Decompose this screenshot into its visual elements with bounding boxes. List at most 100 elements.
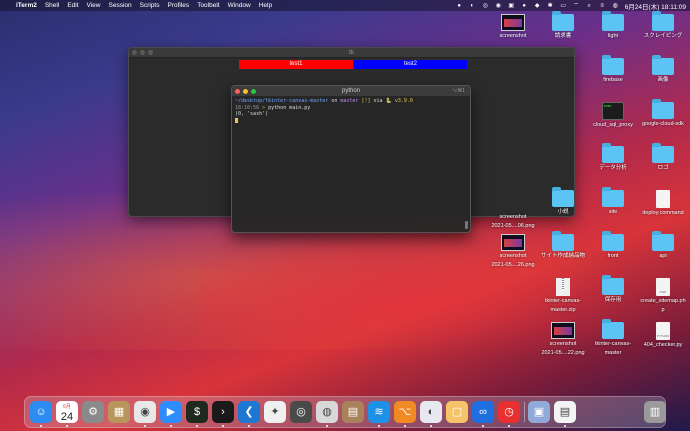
dock-system-preferences-icon[interactable]: ⚙	[82, 401, 104, 423]
desktop-icon-label: 画像	[657, 77, 669, 83]
folder-icon	[602, 231, 624, 251]
terminal-scrollbar[interactable]	[465, 221, 468, 229]
desktop-folder-api[interactable]: api	[638, 231, 688, 260]
status-app-icon-1[interactable]: ●	[456, 3, 463, 9]
dock-running-indicator	[378, 425, 380, 427]
test1-button[interactable]: test1	[239, 60, 353, 69]
dock-notes-icon[interactable]: ▢	[446, 401, 468, 423]
desktop-folder-images[interactable]: 画像	[638, 55, 688, 84]
menu-view[interactable]: View	[87, 2, 101, 9]
siri-icon[interactable]: ◍	[612, 3, 619, 9]
menu-session[interactable]: Session	[109, 2, 132, 9]
prompt-via: via	[373, 98, 383, 104]
iterm-titlebar[interactable]: python ⌥⌘1	[232, 86, 470, 96]
desktop-file-cloud-sql-proxy[interactable]: exec cloud_sql_proxy	[588, 102, 638, 129]
status-app-icon-2[interactable]: ◐	[469, 3, 476, 9]
desktop-folder-data-analysis[interactable]: データ分析	[588, 143, 638, 172]
dock-running-indicator	[430, 425, 432, 427]
desktop-icon-label: google-cloud-sdk	[642, 121, 684, 127]
desktop-folder-archive[interactable]: 保存用	[588, 275, 638, 304]
dock-calendar-icon[interactable]: 6月 24	[56, 401, 78, 423]
wifi-icon[interactable]: ⌔	[573, 3, 580, 9]
desktop-folder-scraping[interactable]: スクレイピング	[638, 11, 688, 40]
desktop-icon-label: screenshot	[549, 341, 577, 347]
dock-document-icon[interactable]: ▤	[554, 401, 576, 423]
dock-vscode-icon[interactable]: ❮	[238, 401, 260, 423]
command-text: python main.py	[268, 104, 311, 111]
doc-icon: PYTHON	[656, 322, 670, 340]
menu-shell[interactable]: Shell	[45, 2, 59, 9]
folder-icon	[652, 55, 674, 75]
desktop-screenshot-4[interactable]: screenshot 2021-05....22.png	[538, 322, 588, 356]
dock-sequel-icon[interactable]: ◍	[316, 401, 338, 423]
dock-terminal-green-icon[interactable]: $	[186, 401, 208, 423]
folder-icon	[602, 11, 624, 31]
dock-zoom-icon[interactable]: ▶	[160, 401, 182, 423]
iterm-shortcut: ⌥⌘1	[451, 88, 465, 94]
desktop-folder-novel[interactable]: 小説	[538, 187, 588, 216]
dock: ☺ 6月 24 ⚙ ▦ ◉ ▶ $ › ❮ ✦ ◎ ◍ ▤ ≋ ⌥ ◐ ▢ ∞ ◷ ▣ ▤ ▥	[24, 396, 666, 428]
dock-docker-icon[interactable]: ≋	[368, 401, 390, 423]
thumb-icon	[551, 322, 575, 339]
desktop-icon-label: master.zip	[550, 306, 576, 313]
desktop-icon-label: 保存用	[604, 297, 622, 303]
desktop-folder-request[interactable]: 請求書	[538, 11, 588, 40]
desktop-file-create-sitemap[interactable]: PHP create_sitemap.ph p	[638, 278, 688, 313]
control-center-icon[interactable]: ≡	[599, 3, 606, 9]
battery-icon[interactable]: ▭	[560, 3, 567, 9]
status-app-icon-7[interactable]: ◆	[534, 3, 541, 9]
menu-help[interactable]: Help	[259, 2, 272, 9]
desktop-icon-label: light	[607, 33, 619, 39]
dock-running-indicator	[66, 425, 68, 427]
dock-preview-icon[interactable]: ◐	[420, 401, 442, 423]
test2-button[interactable]: test2	[354, 60, 467, 69]
bluetooth-icon[interactable]: ✱	[547, 3, 554, 9]
dock-safari-icon[interactable]: ✦	[264, 401, 286, 423]
menu-profiles[interactable]: Profiles	[168, 2, 190, 9]
menu-scripts[interactable]: Scripts	[140, 2, 160, 9]
tk-window-titlebar[interactable]: tk	[129, 48, 574, 58]
desktop-folder-firebase[interactable]: firebase	[588, 55, 638, 84]
status-app-icon-4[interactable]: ◉	[495, 3, 502, 9]
menu-app-iterm2[interactable]: iTerm2	[16, 2, 37, 9]
status-app-icon-6[interactable]: ●	[521, 3, 528, 9]
dock-quicktime-icon[interactable]: ◎	[290, 401, 312, 423]
dock-photos-icon[interactable]: ▣	[528, 401, 550, 423]
desktop-screenshot-1[interactable]: screenshot	[488, 14, 538, 40]
dock-chrome-icon[interactable]: ◉	[134, 401, 156, 423]
desktop-folder-light[interactable]: light	[588, 11, 638, 40]
dock-amazon-icon[interactable]: ▦	[108, 401, 130, 423]
dock-trash-icon[interactable]: ▥	[644, 401, 666, 423]
folder-icon	[552, 11, 574, 31]
desktop-screenshot-2[interactable]: screenshot 2021-05....06.png	[488, 212, 538, 229]
dock-archive-icon[interactable]: ▤	[342, 401, 364, 423]
menu-edit[interactable]: Edit	[67, 2, 78, 9]
desktop-folder-logo[interactable]: ロゴ	[638, 143, 688, 172]
dock-finder-icon[interactable]: ☺	[30, 401, 52, 423]
desktop-screenshot-3[interactable]: screenshot 2021-05....26.png	[488, 234, 538, 268]
desktop-icon-label: front	[607, 253, 619, 259]
iterm-window[interactable]: python ⌥⌘1 ~/desktop/tkinter-canvas-mast…	[231, 85, 471, 233]
menu-toolbelt[interactable]: Toolbelt	[197, 2, 219, 9]
status-app-icon-3[interactable]: ◎	[482, 3, 489, 9]
menu-window[interactable]: Window	[228, 2, 251, 9]
dock-dex-icon[interactable]: ∞	[472, 401, 494, 423]
status-app-icon-5[interactable]: ▣	[508, 3, 515, 9]
terminal-output[interactable]: ~/desktop/tkinter-canvas-master on maste…	[232, 96, 470, 126]
desktop-folder-site[interactable]: site	[588, 187, 638, 216]
folder-icon	[652, 143, 674, 163]
desktop-folder-site-works[interactable]: サイト作成納品物	[538, 231, 588, 260]
dock-iterm-icon[interactable]: ›	[212, 401, 234, 423]
menubar-clock[interactable]: 6月24日(木) 18:11:09	[625, 1, 686, 11]
zip-icon	[556, 278, 570, 296]
desktop-folder-tkinter-canvas-master[interactable]: tkinter-canvas-master	[588, 319, 638, 356]
desktop-file-deploy-command[interactable]: deploy.command	[638, 190, 688, 217]
desktop-folder-google-cloud-sdk[interactable]: google-cloud-sdk	[638, 99, 688, 128]
dock-running-indicator	[508, 425, 510, 427]
desktop-file-tkinter-zip[interactable]: tkinter-canvas-master.zip	[538, 278, 588, 313]
search-icon[interactable]: ⌕	[586, 3, 593, 9]
desktop-folder-front[interactable]: front	[588, 231, 638, 260]
dock-sourcetree-icon[interactable]: ⌥	[394, 401, 416, 423]
desktop-file-404-checker[interactable]: PYTHON 404_checker.py	[638, 322, 688, 349]
dock-clock-icon[interactable]: ◷	[498, 401, 520, 423]
